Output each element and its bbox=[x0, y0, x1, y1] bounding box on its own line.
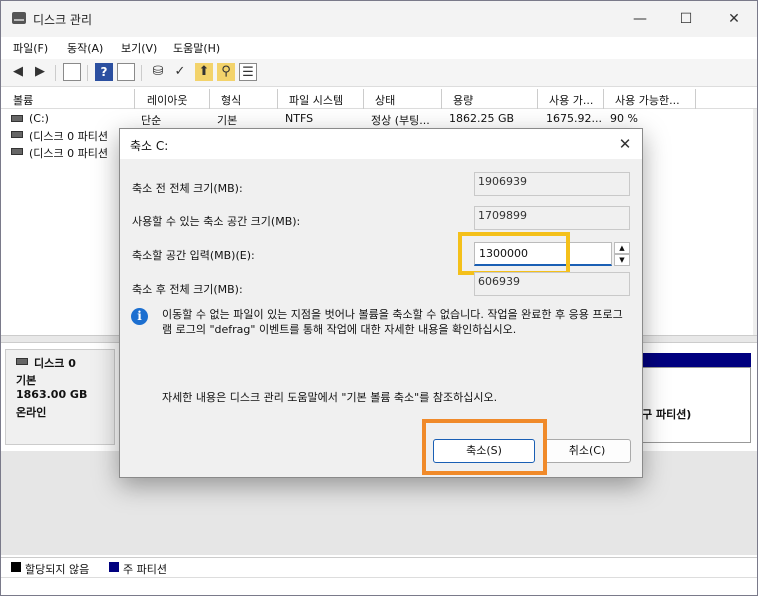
toolbar-separator bbox=[87, 65, 88, 81]
disk-management-window: 디스크 관리 — ☐ ✕ 파일(F) 동작(A) 보기(V) 도움말(H) ◀ … bbox=[0, 0, 758, 596]
menu-bar: 파일(F) 동작(A) 보기(V) 도움말(H) bbox=[1, 37, 757, 59]
volume-name: (디스크 0 파티션 bbox=[29, 130, 109, 143]
column-type[interactable]: 형식 bbox=[221, 92, 241, 108]
info-message: 이동할 수 없는 파일이 있는 지점을 벗어나 볼륨을 축소할 수 없습니다. … bbox=[162, 308, 623, 336]
disk-size: 1863.00 GB bbox=[16, 388, 88, 401]
disk-name: 디스크 0 bbox=[34, 357, 76, 370]
column-separator[interactable] bbox=[277, 89, 278, 109]
legend-primary: 주 파티션 bbox=[123, 563, 167, 576]
status-bar bbox=[1, 577, 757, 595]
console-tree-icon[interactable] bbox=[63, 63, 81, 81]
folder-up-icon[interactable]: ⬆ bbox=[195, 63, 213, 81]
disk-management-icon bbox=[12, 12, 26, 24]
volume-free-space: 1675.92... bbox=[546, 112, 602, 125]
primary-partition-bar bbox=[637, 353, 751, 367]
disk-type: 기본 bbox=[16, 374, 37, 387]
total-before-label: 축소 전 전체 크기(MB): bbox=[132, 182, 243, 195]
disk-0-label[interactable]: 디스크 0 기본 1863.00 GB 온라인 bbox=[5, 349, 115, 445]
menu-help[interactable]: 도움말(H) bbox=[173, 40, 220, 56]
disk-icon bbox=[16, 358, 28, 365]
available-space-label: 사용할 수 있는 축소 공간 크기(MB): bbox=[132, 215, 301, 228]
shrink-input-highlight bbox=[458, 232, 570, 275]
menu-action[interactable]: 동작(A) bbox=[67, 40, 103, 56]
column-layout[interactable]: 레이아웃 bbox=[147, 92, 187, 108]
spin-up-icon[interactable]: ▲ bbox=[614, 242, 630, 254]
column-volume[interactable]: 볼륨 bbox=[13, 92, 33, 108]
total-before-value: 1906939 bbox=[474, 172, 630, 196]
info-icon: i bbox=[131, 308, 148, 325]
total-after-label: 축소 후 전체 크기(MB): bbox=[132, 283, 243, 296]
search-folder-icon[interactable]: ⚲ bbox=[217, 63, 235, 81]
volume-capacity: 1862.25 GB bbox=[449, 112, 515, 125]
column-separator[interactable] bbox=[441, 89, 442, 109]
partition-block[interactable]: 구 파티션) bbox=[637, 367, 751, 443]
column-separator[interactable] bbox=[209, 89, 210, 109]
window-title: 디스크 관리 bbox=[33, 13, 93, 27]
volume-filesystem: NTFS bbox=[285, 112, 314, 125]
help-icon[interactable]: ? bbox=[95, 63, 113, 81]
total-after-value: 606939 bbox=[474, 272, 630, 296]
cancel-button[interactable]: 취소(C) bbox=[543, 439, 631, 463]
column-separator[interactable] bbox=[134, 89, 135, 109]
legend-unallocated: 할당되지 않음 bbox=[25, 563, 90, 576]
disk-state: 온라인 bbox=[16, 406, 47, 419]
volume-percent-free: 90 % bbox=[610, 112, 638, 125]
volume-name: (디스크 0 파티션 bbox=[29, 147, 109, 160]
list-view-icon[interactable]: ☰ bbox=[239, 63, 257, 81]
dialog-title-bar: 축소 C: ✕ bbox=[120, 129, 642, 159]
shrink-amount-spinner: ▲ ▼ bbox=[614, 242, 630, 266]
volume-icon bbox=[11, 131, 23, 138]
menu-view[interactable]: 보기(V) bbox=[121, 40, 157, 56]
legend-bar: 할당되지 않음 주 파티션 bbox=[1, 557, 757, 577]
spin-down-icon[interactable]: ▼ bbox=[614, 254, 630, 266]
column-percent-free[interactable]: 사용 가능한... bbox=[615, 92, 695, 108]
dialog-close-icon[interactable]: ✕ bbox=[612, 132, 638, 156]
toolbar-separator bbox=[141, 65, 142, 81]
column-separator[interactable] bbox=[603, 89, 604, 109]
column-status[interactable]: 상태 bbox=[375, 92, 395, 108]
volume-icon bbox=[11, 115, 23, 122]
maximize-button[interactable]: ☐ bbox=[663, 1, 709, 37]
available-space-value: 1709899 bbox=[474, 206, 630, 230]
column-separator[interactable] bbox=[537, 89, 538, 109]
shrink-dialog: 축소 C: ✕ 축소 전 전체 크기(MB): 1906939 사용할 수 있는… bbox=[119, 128, 643, 478]
shrink-amount-label: 축소할 공간 입력(MB)(E): bbox=[132, 249, 255, 262]
forward-arrow-icon[interactable]: ▶ bbox=[31, 63, 49, 81]
volume-name: (C:) bbox=[29, 112, 49, 125]
properties-icon[interactable] bbox=[117, 63, 135, 81]
volume-list-header: 볼륨 레이아웃 형식 파일 시스템 상태 용량 사용 가... 사용 가능한..… bbox=[1, 89, 757, 109]
primary-partition-swatch bbox=[109, 562, 119, 572]
toolbar-separator bbox=[55, 65, 56, 81]
title-bar: 디스크 관리 — ☐ ✕ bbox=[1, 1, 757, 37]
column-separator[interactable] bbox=[363, 89, 364, 109]
column-separator[interactable] bbox=[695, 89, 696, 109]
volume-icon bbox=[11, 148, 23, 155]
shrink-button-highlight bbox=[422, 419, 547, 475]
menu-file[interactable]: 파일(F) bbox=[13, 40, 48, 56]
dialog-title: 축소 C: bbox=[130, 139, 169, 153]
column-free-space[interactable]: 사용 가... bbox=[549, 92, 601, 108]
help-message: 자세한 내용은 디스크 관리 도움말에서 "기본 볼륨 축소"를 참조하십시오. bbox=[162, 391, 498, 404]
toolbar: ◀ ▶ ? ⛁ ✓ ⬆ ⚲ ☰ bbox=[1, 59, 757, 87]
volume-list-scrollbar[interactable] bbox=[753, 109, 757, 335]
unallocated-swatch bbox=[11, 562, 21, 572]
partition-label: 구 파티션) bbox=[642, 408, 692, 421]
column-capacity[interactable]: 용량 bbox=[453, 92, 473, 108]
close-button[interactable]: ✕ bbox=[711, 1, 757, 37]
connect-disk-icon[interactable]: ⛁ bbox=[149, 63, 167, 81]
back-arrow-icon[interactable]: ◀ bbox=[9, 63, 27, 81]
minimize-button[interactable]: — bbox=[617, 1, 663, 37]
column-filesystem[interactable]: 파일 시스템 bbox=[289, 92, 343, 108]
check-icon[interactable]: ✓ bbox=[171, 63, 189, 81]
